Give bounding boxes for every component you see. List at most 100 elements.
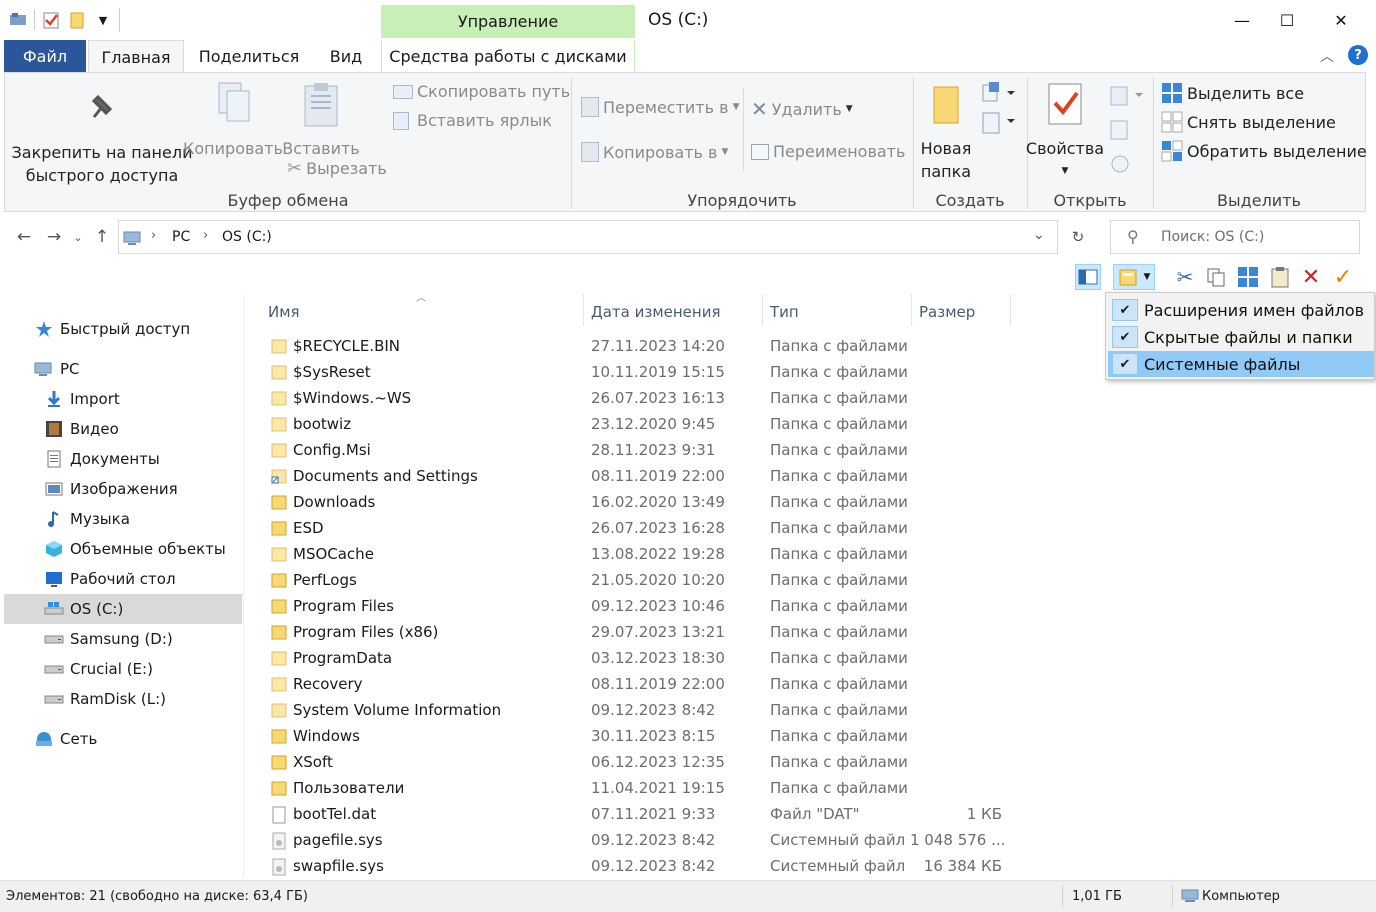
menu-item[interactable]: ✔ Расширения имен файлов xyxy=(1108,297,1374,323)
nav-item[interactable]: Быстрый доступ xyxy=(4,314,242,344)
cut-icon[interactable]: ✂ xyxy=(1172,264,1198,290)
column-separator[interactable] xyxy=(1010,294,1011,326)
rename-label: Переименовать xyxy=(773,142,906,161)
paste-shortcut-button[interactable]: Вставить ярлык xyxy=(393,111,552,130)
table-row[interactable]: PerfLogs 21.05.2020 10:20 Папка с файлами xyxy=(245,567,1015,593)
nav-item[interactable]: Изображения xyxy=(4,474,242,504)
edit-button[interactable] xyxy=(1109,119,1131,145)
search-box[interactable]: ⚲ Поиск: OS (C:) xyxy=(1110,220,1360,254)
tab-file[interactable]: Файл xyxy=(4,40,86,72)
nav-item[interactable]: Сеть xyxy=(4,724,242,754)
invert-selection-button[interactable]: Обратить выделение xyxy=(1161,140,1367,162)
nav-item[interactable]: RamDisk (L:) xyxy=(4,684,242,714)
easy-access-button[interactable] xyxy=(981,109,1017,139)
collapse-ribbon-icon[interactable]: ︿ xyxy=(1320,46,1334,66)
nav-item[interactable]: Samsung (D:) xyxy=(4,624,242,654)
table-row[interactable]: pagefile.sys 09.12.2023 8:42 Системный фай… xyxy=(245,827,1015,853)
copy-path-button[interactable]: Скопировать путь xyxy=(393,82,570,101)
table-row[interactable]: Downloads 16.02.2020 13:49 Папка с файлами xyxy=(245,489,1015,515)
table-row[interactable]: Program Files 09.12.2023 10:46 Папка с фай… xyxy=(245,593,1015,619)
column-separator[interactable] xyxy=(762,294,763,326)
forward-button[interactable]: → xyxy=(42,225,66,249)
properties-qat-icon[interactable] xyxy=(41,10,61,30)
help-icon[interactable]: ? xyxy=(1348,45,1368,65)
table-row[interactable]: $RECYCLE.BIN 27.11.2023 14:20 Папка с файл… xyxy=(245,333,1015,359)
table-row[interactable]: Recovery 08.11.2019 22:00 Папка с файлами xyxy=(245,671,1015,697)
maximize-button[interactable]: ☐ xyxy=(1264,0,1310,40)
table-row[interactable]: System Volume Information 09.12.2023 8:42… xyxy=(245,697,1015,723)
nav-item[interactable]: Import xyxy=(4,384,242,414)
paste-button[interactable]: Вставить xyxy=(281,81,361,160)
nav-item[interactable]: PC xyxy=(4,354,242,384)
new-item-button[interactable] xyxy=(981,81,1017,109)
nav-item[interactable]: Объемные объекты xyxy=(4,534,242,564)
menu-item[interactable]: ✔ Системные файлы xyxy=(1108,351,1374,377)
nav-item[interactable]: OS (C:) xyxy=(4,594,242,624)
nav-item[interactable]: Музыка xyxy=(4,504,242,534)
select-all-toolbar-icon[interactable] xyxy=(1235,264,1261,290)
recent-locations-chevron-icon[interactable]: ⌄ xyxy=(66,225,90,249)
explorer-app-icon[interactable] xyxy=(8,10,28,30)
copy-to-button[interactable]: Копировать в ▼ xyxy=(581,142,728,162)
paste-toolbar-icon[interactable] xyxy=(1267,264,1293,290)
table-row[interactable]: swapfile.sys 09.12.2023 8:42 Системный фай… xyxy=(245,853,1015,879)
table-row[interactable]: ProgramData 03.12.2023 18:30 Папка с файла… xyxy=(245,645,1015,671)
copy-button[interactable]: Копировать xyxy=(183,81,283,160)
delete-button[interactable]: ✕ Удалить ▼ xyxy=(751,97,853,121)
new-folder-button[interactable]: Новая папка xyxy=(915,81,977,183)
rename-button[interactable]: Переименовать xyxy=(751,142,905,161)
table-row[interactable]: Пользователи 11.04.2021 19:15 Папка с файл… xyxy=(245,775,1015,801)
table-row[interactable]: bootTel.dat 07.11.2021 9:33 Файл "DAT" 1 КБ xyxy=(245,801,1015,827)
column-header-date[interactable]: Дата изменения xyxy=(591,298,721,326)
new-folder-qat-icon[interactable] xyxy=(67,10,87,30)
menu-item[interactable]: ✔ Скрытые файлы и папки xyxy=(1108,324,1374,350)
table-row[interactable]: $SysReset 10.11.2019 15:15 Папка с файлами xyxy=(245,359,1015,385)
table-row[interactable]: ESD 26.07.2023 16:28 Папка с файлами xyxy=(245,515,1015,541)
qat-customize-chevron-icon[interactable]: ▼ xyxy=(93,10,113,30)
minimize-button[interactable]: — xyxy=(1219,0,1265,40)
copy-toolbar-icon[interactable] xyxy=(1203,264,1229,290)
checkmark-toolbar-icon[interactable]: ✓ xyxy=(1330,264,1356,290)
table-row[interactable]: $Windows.~WS 26.07.2023 16:13 Папка с файл… xyxy=(245,385,1015,411)
column-separator[interactable] xyxy=(583,294,584,326)
select-none-button[interactable]: Снять выделение xyxy=(1161,111,1336,133)
nav-item[interactable]: Документы xyxy=(4,444,242,474)
close-button[interactable]: ✕ xyxy=(1318,0,1364,40)
breadcrumb-os-c[interactable]: OS (C:) xyxy=(222,229,272,245)
address-history-chevron-icon[interactable]: ⌄ xyxy=(1033,227,1045,243)
nav-item[interactable]: Рабочий стол xyxy=(4,564,242,594)
select-all-button[interactable]: Выделить все xyxy=(1161,82,1304,104)
properties-button[interactable]: Свойства ▼ xyxy=(1025,81,1105,183)
pin-quick-access-button[interactable]: Закрепить на панели быстрого доступа xyxy=(9,87,195,187)
table-row[interactable]: Config.Msi 28.11.2023 9:31 Папка с файлами xyxy=(245,437,1015,463)
move-to-button[interactable]: Переместить в ▼ xyxy=(581,97,740,117)
nav-item[interactable]: Crucial (E:) xyxy=(4,654,242,684)
table-row[interactable]: bootwiz 23.12.2020 9:45 Папка с файлами xyxy=(245,411,1015,437)
table-row[interactable]: XSoft 06.12.2023 12:35 Папка с файлами xyxy=(245,749,1015,775)
refresh-button[interactable]: ↻ xyxy=(1066,225,1090,249)
tab-home[interactable]: Главная xyxy=(88,40,184,73)
tab-view[interactable]: Вид xyxy=(318,40,374,72)
up-button[interactable]: ↑ xyxy=(90,225,114,249)
preview-pane-button[interactable] xyxy=(1075,264,1101,290)
history-button[interactable] xyxy=(1109,153,1131,179)
table-row[interactable]: Program Files (x86) 29.07.2023 13:21 Папка… xyxy=(245,619,1015,645)
tab-disk-tools[interactable]: Средства работы с дисками xyxy=(381,40,635,72)
column-header-name[interactable]: Имя xyxy=(268,298,300,326)
back-button[interactable]: ← xyxy=(12,225,36,249)
column-separator[interactable] xyxy=(911,294,912,326)
nav-item[interactable]: Видео xyxy=(4,414,242,444)
breadcrumb-pc[interactable]: PC xyxy=(172,229,190,245)
cut-button[interactable]: ✂ Вырезать xyxy=(287,158,387,179)
open-button[interactable] xyxy=(1109,85,1145,111)
folder-icon xyxy=(271,624,287,640)
address-bar[interactable]: › PC › OS (C:) ⌄ xyxy=(118,220,1058,254)
tab-share[interactable]: Поделиться xyxy=(190,40,308,72)
delete-toolbar-icon[interactable]: ✕ xyxy=(1298,264,1324,290)
table-row[interactable]: MSOCache 13.08.2022 19:28 Папка с файлами xyxy=(245,541,1015,567)
column-header-type[interactable]: Тип xyxy=(770,298,799,326)
hidden-items-button[interactable]: ▼ xyxy=(1113,264,1155,290)
table-row[interactable]: Documents and Settings 08.11.2019 22:00 Па… xyxy=(245,463,1015,489)
column-header-size[interactable]: Размер xyxy=(919,298,975,326)
table-row[interactable]: Windows 30.11.2023 8:15 Папка с файлами xyxy=(245,723,1015,749)
